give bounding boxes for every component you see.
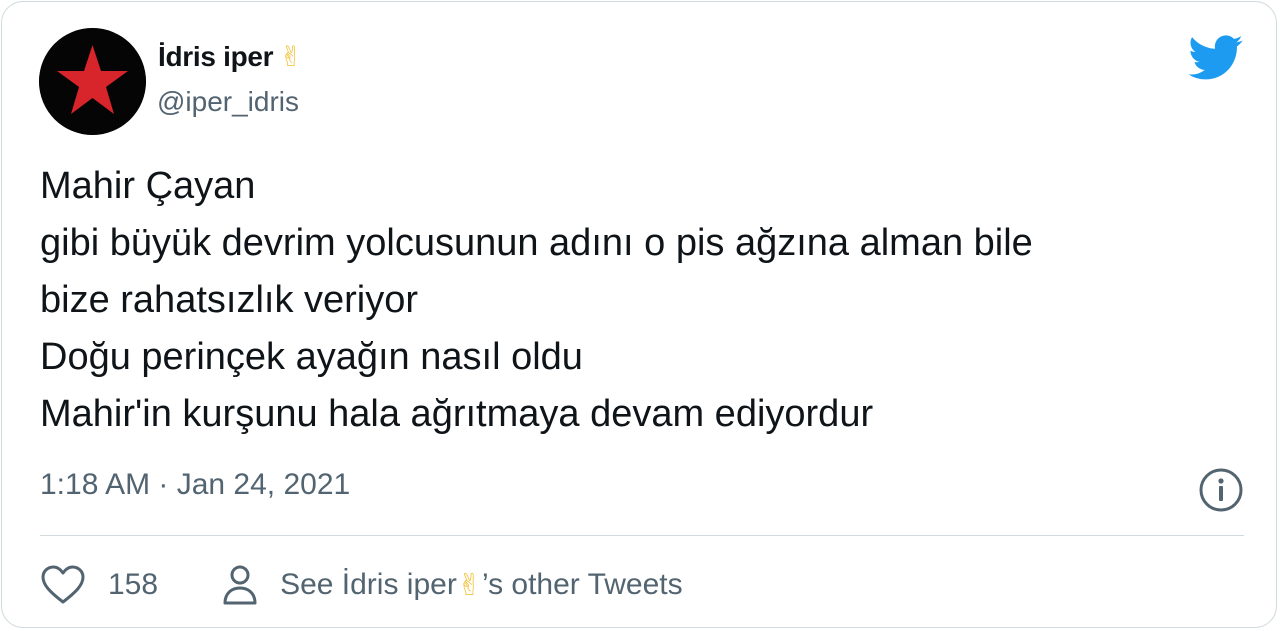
author-handle[interactable]: @iper_idris [157,86,299,118]
info-icon[interactable] [1198,467,1244,513]
victory-hand-emoji: ✌ [456,567,482,603]
tweet-line: Mahir Çayan [40,165,256,207]
other-tweets-prefix: See İdris iper [280,568,457,601]
twitter-bird-icon[interactable] [1188,35,1244,81]
victory-hand-emoji: ✌ [279,40,303,73]
tweet-line: bize rahatsızlık veriyor [40,279,419,321]
avatar[interactable] [39,28,146,135]
tweet-line: gibi büyük devrim yolcusunun adını o pis… [40,222,1033,264]
person-icon [223,565,257,605]
see-other-tweets-link[interactable]: See İdris iper ✌ ’s other Tweets [222,564,683,606]
divider [40,535,1244,536]
display-name: İdris iper [158,40,274,72]
like-button[interactable]: 158 [40,564,158,606]
other-tweets-suffix: ’s other Tweets [481,568,683,601]
other-tweets-label: See İdris iper ✌ ’s other Tweets [280,568,683,603]
tweet-line: Doğu perinçek ayağın nasıl oldu [40,336,583,378]
tweet-timestamp[interactable]: 1:18 AM · Jan 24, 2021 [40,468,350,502]
tweet-text: Mahir Çayan gibi büyük devrim yolcusunun… [40,158,1240,443]
like-count: 158 [108,568,159,601]
tweet-actions: 158 See İdris iper ✌ ’s other Tweets [40,557,683,613]
red-star-icon [39,28,146,135]
author-name[interactable]: İdris iper ✌ [158,40,303,73]
tweet-line: Mahir'in kurşunu hala ağrıtmaya devam ed… [40,393,874,435]
heart-icon [41,565,85,604]
tweet-card: İdris iper ✌ @iper_idris Mahir Çayan gib… [1,1,1277,628]
